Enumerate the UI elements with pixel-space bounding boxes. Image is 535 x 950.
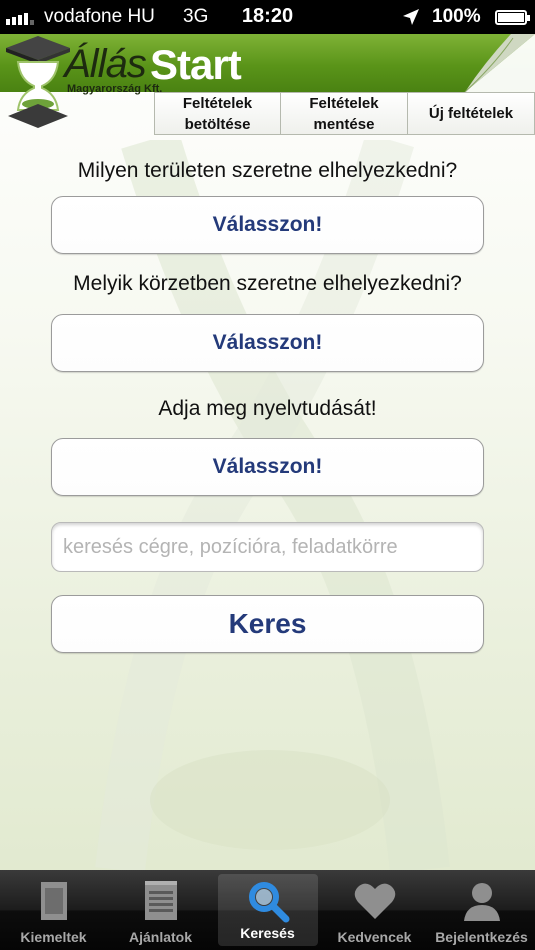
field-of-work-select[interactable]: Válasszon! [51,196,484,254]
tab-kereses[interactable]: Keresés [217,874,318,946]
search-button[interactable]: Keres [51,595,484,653]
tab-kiemeltek[interactable]: Kiemeltek [4,870,104,950]
battery-icon [495,10,530,25]
load-criteria-button[interactable]: Feltételek betöltése [154,92,281,135]
question-field-of-work: Milyen területen szeretne elhelyezkedni? [77,159,458,182]
question-region: Melyik körzetben szeretne elhelyezkedni? [73,272,462,295]
region-select[interactable]: Válasszon! [51,314,484,372]
notepad-icon [139,879,183,923]
heart-icon [353,879,397,923]
tab-kedvencek[interactable]: Kedvencek [325,870,425,950]
brand-name-part2: Start [150,41,242,88]
criteria-toolbar: Feltételek betöltése Feltételek mentése Új… [154,92,535,135]
brand-name-part1: Állás [64,42,147,86]
search-input[interactable] [51,522,484,572]
highlight-card-icon [32,879,76,923]
bottom-tab-bar: Kiemeltek Ajánlatok Keresés Kedvencek Be… [0,870,535,950]
location-arrow-icon [402,8,420,32]
question-language-skills: Adja meg nyelvtudását! [158,397,377,420]
language-skills-select[interactable]: Válasszon! [51,438,484,496]
status-bar: vodafone HU 3G 18:20 100% [0,0,535,34]
tab-bejelentkezes[interactable]: Bejelentkezés [432,870,532,950]
page-curl-decoration [464,34,535,92]
search-icon [246,879,290,923]
brand-subtitle: Magyarország Kft. [67,83,163,95]
battery-percent: 100% [432,6,481,27]
tab-ajanlatok[interactable]: Ajánlatok [111,870,211,950]
save-criteria-button[interactable]: Feltételek mentése [281,92,408,135]
new-criteria-button[interactable]: Új feltételek [408,92,535,135]
person-icon [460,879,504,923]
